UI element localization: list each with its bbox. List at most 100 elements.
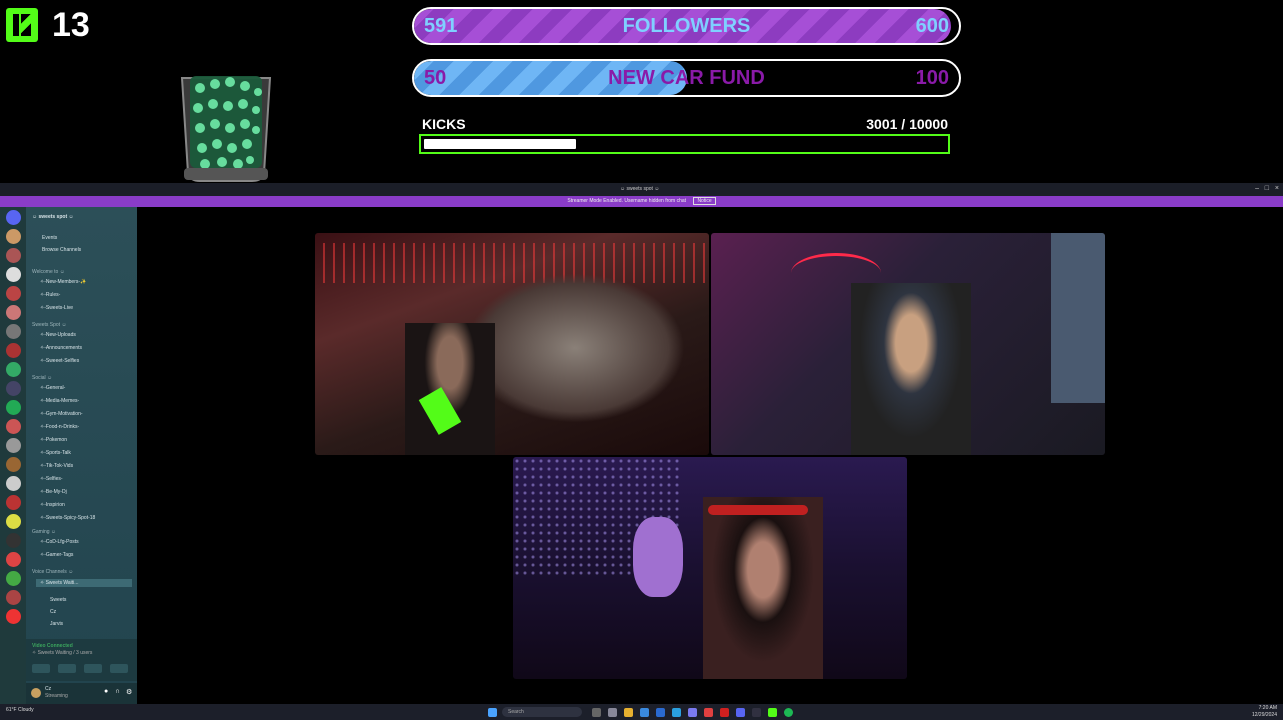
channel-item[interactable]: ✧-Pokemon: [40, 437, 67, 443]
app-icon[interactable]: [752, 708, 761, 717]
channel-item[interactable]: ✧-Sweeet-Selfies: [40, 358, 79, 364]
gear-icon[interactable]: ⚙: [126, 688, 132, 696]
video-tile[interactable]: [513, 457, 907, 679]
channel-item[interactable]: ✧-Sweets-Spicy-Spot-18: [40, 515, 95, 521]
kicks-progress-bar: [419, 134, 950, 154]
edge-icon[interactable]: [640, 708, 649, 717]
app-icon[interactable]: [656, 708, 665, 717]
video-tile[interactable]: [315, 233, 709, 455]
category-header[interactable]: Gaming ☺: [32, 529, 56, 535]
server-icon[interactable]: [6, 533, 21, 548]
avatar[interactable]: [31, 688, 41, 698]
user-name: Cz: [45, 686, 52, 692]
server-icon[interactable]: [6, 495, 21, 510]
voice-channel-item[interactable]: ✧ Sweets Waiti...: [36, 579, 132, 587]
channel-item[interactable]: ✧-Announcements: [40, 345, 82, 351]
widgets-icon[interactable]: [608, 708, 617, 717]
channel-item[interactable]: ✧-Tik-Tok-Vids: [40, 463, 73, 469]
server-icon[interactable]: [6, 457, 21, 472]
channel-item[interactable]: ✧-Gamer-Tags: [40, 552, 73, 558]
window-title: ☺ sweets spot ☺: [620, 186, 660, 192]
server-icon[interactable]: [6, 305, 21, 320]
start-icon[interactable]: [488, 708, 497, 717]
video-tile[interactable]: [711, 233, 1105, 455]
voice-status-panel: Video Connected ✧ Sweets Waiting / 3 use…: [26, 639, 137, 681]
user-status: Streaming: [45, 693, 68, 699]
server-icon[interactable]: [6, 609, 21, 624]
video-sub: ✧ Sweets Waiting / 3 users: [32, 650, 93, 656]
discord-icon[interactable]: [736, 708, 745, 717]
app-icon[interactable]: [704, 708, 713, 717]
channel-item[interactable]: ✧-Sweets-Live: [40, 305, 73, 311]
title-bar: ☺ sweets spot ☺ – □ ×: [0, 183, 1283, 196]
search-input[interactable]: Search: [502, 707, 582, 717]
server-icon[interactable]: [6, 229, 21, 244]
user-panel: Cz Streaming ● ∩ ⚙: [26, 683, 137, 704]
camera-button[interactable]: [32, 664, 50, 673]
car-fund-goal-bar: 50 NEW CAR FUND 100: [412, 59, 961, 97]
spotify-icon[interactable]: [784, 708, 793, 717]
app-icon[interactable]: [720, 708, 729, 717]
channel-item[interactable]: ✧-Food-n-Drinks-: [40, 424, 79, 430]
home-icon[interactable]: [6, 210, 21, 225]
clock-date: 12/29/2024: [1251, 712, 1277, 718]
channel-item[interactable]: ✧-CoD-Lfg-Posts: [40, 539, 79, 545]
weather-widget[interactable]: 61°F Cloudy: [6, 707, 34, 713]
clock[interactable]: 7:20 AM 12/29/2024: [1252, 705, 1277, 719]
category-header[interactable]: Social ☺: [32, 375, 52, 381]
notice-text: Streamer Mode Enabled. Username hidden f…: [567, 198, 687, 204]
server-icon[interactable]: [6, 514, 21, 529]
soundboard-button[interactable]: [110, 664, 128, 673]
server-icon[interactable]: [6, 571, 21, 586]
task-view-icon[interactable]: [592, 708, 601, 717]
server-icon[interactable]: [6, 381, 21, 396]
category-header[interactable]: Welcome to ☺: [32, 269, 65, 275]
channel-item[interactable]: ✧-General-: [40, 385, 65, 391]
channel-item[interactable]: ✧-Rules-: [40, 292, 60, 298]
channel-item[interactable]: ✧-Selfies-: [40, 476, 63, 482]
category-header[interactable]: Voice Channels ☺: [32, 569, 73, 575]
kicks-value: 3001 / 10000: [866, 116, 948, 132]
server-icon[interactable]: [6, 267, 21, 282]
headphones-icon[interactable]: ∩: [115, 688, 120, 695]
channel-item[interactable]: ✧-New-Members-✨: [40, 279, 86, 285]
server-icon[interactable]: [6, 590, 21, 605]
channel-item[interactable]: ✧-Inspirion: [40, 502, 65, 508]
voice-user[interactable]: Jarvis: [50, 621, 63, 627]
channel-item[interactable]: ✧-New-Uploads: [40, 332, 76, 338]
kick-icon[interactable]: [768, 708, 777, 717]
mic-icon[interactable]: ●: [104, 688, 108, 695]
followers-label: FOLLOWERS: [622, 15, 751, 37]
jar-icon: [180, 76, 272, 182]
notice-button[interactable]: Notice: [693, 197, 716, 205]
server-icon[interactable]: [6, 362, 21, 377]
server-icon[interactable]: [6, 552, 21, 567]
channel-item[interactable]: ✧-Gym-Motivation-: [40, 411, 83, 417]
server-icon[interactable]: [6, 324, 21, 339]
minimize-icon[interactable]: –: [1255, 185, 1259, 192]
server-icon[interactable]: [6, 286, 21, 301]
server-name[interactable]: ☺ sweets spot ☺: [32, 214, 74, 220]
app-icon[interactable]: [672, 708, 681, 717]
server-icon[interactable]: [6, 419, 21, 434]
server-icon[interactable]: [6, 248, 21, 263]
activity-button[interactable]: [84, 664, 102, 673]
close-icon[interactable]: ×: [1275, 185, 1279, 192]
channel-item[interactable]: ✧-Be-My-Dj: [40, 489, 67, 495]
category-header[interactable]: Sweets Spot ☺: [32, 322, 67, 328]
server-icon[interactable]: [6, 343, 21, 358]
events-link[interactable]: Events: [42, 235, 57, 241]
server-icon[interactable]: [6, 438, 21, 453]
channel-item[interactable]: ✧-Sports-Talk: [40, 450, 71, 456]
server-icon[interactable]: [6, 400, 21, 415]
server-icon[interactable]: [6, 476, 21, 491]
screen-share-button[interactable]: [58, 664, 76, 673]
voice-user[interactable]: Sweets: [50, 597, 66, 603]
app-icon[interactable]: [688, 708, 697, 717]
browse-channels-link[interactable]: Browse Channels: [42, 247, 81, 253]
channel-item[interactable]: ✧-Media-Memes-: [40, 398, 79, 404]
voice-user[interactable]: Cz: [50, 609, 56, 615]
maximize-icon[interactable]: □: [1265, 185, 1269, 192]
car-fund-goal: 100: [915, 67, 949, 89]
file-explorer-icon[interactable]: [624, 708, 633, 717]
